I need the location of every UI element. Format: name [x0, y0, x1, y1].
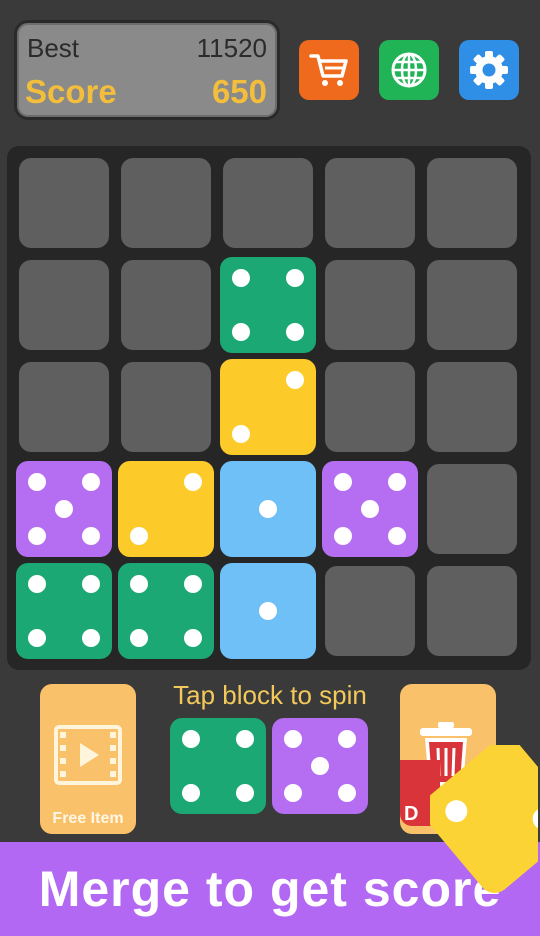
die-pip	[81, 628, 100, 647]
die-pip	[235, 730, 254, 749]
board-cell[interactable]	[325, 362, 415, 452]
board-cell[interactable]	[427, 260, 517, 350]
shopping-cart-icon	[309, 54, 348, 86]
die-4[interactable]	[118, 563, 214, 659]
die-pip	[183, 473, 202, 492]
best-value: 11520	[196, 33, 267, 63]
best-label: Best	[27, 33, 80, 63]
video-play-icon	[54, 725, 122, 785]
die-pip	[361, 500, 379, 518]
die-pip	[235, 783, 254, 802]
die-pip	[81, 575, 100, 594]
free-item-label: Free Item	[52, 810, 124, 827]
board-cell[interactable]	[325, 566, 415, 656]
die-1[interactable]	[220, 563, 316, 659]
game-board[interactable]	[7, 146, 531, 670]
spin-hint: Tap block to spin	[173, 680, 367, 710]
die-pip	[387, 473, 406, 492]
die-pip	[440, 795, 472, 827]
die-pip	[232, 269, 251, 288]
board-cell[interactable]	[325, 158, 415, 248]
die-pip	[285, 322, 304, 341]
board-cell[interactable]	[325, 260, 415, 350]
die-pip	[81, 473, 100, 492]
board-cell[interactable]	[427, 158, 517, 248]
score-panel: Best 11520 Score 650	[14, 20, 280, 120]
die-pip	[334, 473, 353, 492]
die-pip	[311, 757, 329, 775]
die-5[interactable]	[322, 461, 418, 557]
floating-die-face	[430, 745, 538, 893]
die-pip	[334, 526, 353, 545]
floating-die	[430, 745, 538, 893]
board-cell[interactable]	[19, 362, 109, 452]
die-pip	[387, 526, 406, 545]
board-cell[interactable]	[121, 362, 211, 452]
die-pip	[259, 500, 277, 518]
shop-button[interactable]	[299, 40, 359, 100]
die-4[interactable]	[220, 257, 316, 353]
board-cell[interactable]	[427, 362, 517, 452]
die-5[interactable]	[16, 461, 112, 557]
die-pip	[81, 526, 100, 545]
board-cell[interactable]	[223, 158, 313, 248]
die-pip	[285, 269, 304, 288]
globe-icon	[391, 52, 427, 88]
board-cell[interactable]	[19, 158, 109, 248]
die-pip	[28, 628, 47, 647]
die-pip	[183, 575, 202, 594]
die-pip	[55, 500, 73, 518]
die-1[interactable]	[220, 461, 316, 557]
settings-button[interactable]	[459, 40, 519, 100]
score-value: 650	[211, 73, 267, 110]
die-pip	[130, 575, 149, 594]
die-pip	[28, 526, 47, 545]
die-pip	[259, 602, 277, 620]
die-pip	[28, 473, 47, 492]
die-pip	[284, 783, 303, 802]
board-cell[interactable]	[427, 566, 517, 656]
die-pip	[337, 730, 356, 749]
die-pip	[232, 424, 251, 443]
delete-label: D	[404, 803, 419, 825]
die-pip	[182, 730, 201, 749]
die-pip	[130, 526, 149, 545]
die-pip	[130, 628, 149, 647]
board-cell[interactable]	[427, 464, 517, 554]
die-pip	[284, 730, 303, 749]
language-button[interactable]	[379, 40, 439, 100]
die-5[interactable]	[272, 718, 368, 814]
die-4[interactable]	[16, 563, 112, 659]
die-2[interactable]	[220, 359, 316, 455]
gear-icon	[470, 51, 508, 89]
die-pip	[285, 371, 304, 390]
score-label: Score	[25, 73, 117, 110]
free-item-button[interactable]: Free Item	[40, 684, 136, 834]
die-pip	[232, 322, 251, 341]
die-pip	[28, 575, 47, 594]
die-pip	[337, 783, 356, 802]
die-pip	[528, 803, 538, 835]
board-cell[interactable]	[19, 260, 109, 350]
die-pip	[182, 783, 201, 802]
board-cell[interactable]	[121, 158, 211, 248]
die-4[interactable]	[170, 718, 266, 814]
board-cell[interactable]	[121, 260, 211, 350]
die-pip	[183, 628, 202, 647]
die-2[interactable]	[118, 461, 214, 557]
